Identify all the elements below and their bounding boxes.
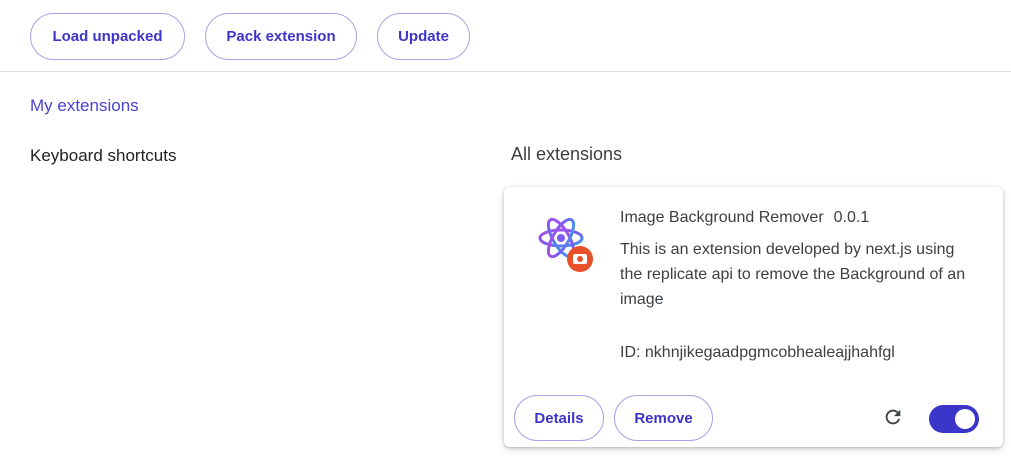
extension-description: This is an extension developed by next.j… [620,241,966,308]
sidebar-item-my-extensions[interactable]: My extensions [30,96,139,116]
details-button[interactable]: Details [514,395,604,441]
pack-extension-button[interactable]: Pack extension [205,13,357,60]
sidebar-item-keyboard-shortcuts[interactable]: Keyboard shortcuts [30,146,176,166]
update-button[interactable]: Update [377,13,470,60]
load-unpacked-button[interactable]: Load unpacked [30,13,185,60]
extension-name: Image Background Remover [620,209,824,226]
extension-version: 0.0.1 [833,209,870,226]
enable-toggle[interactable] [929,405,979,433]
toggle-knob [955,409,975,429]
section-title: All extensions [511,144,623,164]
extension-id: ID: nkhnjikegaadpgmcobhealeajjhahfgl [620,344,895,361]
extension-title-row: Image Background Remover 0.0.1 [620,209,869,227]
extension-card: Image Background Remover 0.0.1 This is an… [504,187,1003,447]
react-atom-with-camera-badge-icon [534,213,596,275]
reload-icon[interactable] [882,406,904,428]
remove-button[interactable]: Remove [614,395,713,441]
toolbar: Load unpacked Pack extension Update [0,0,1011,72]
